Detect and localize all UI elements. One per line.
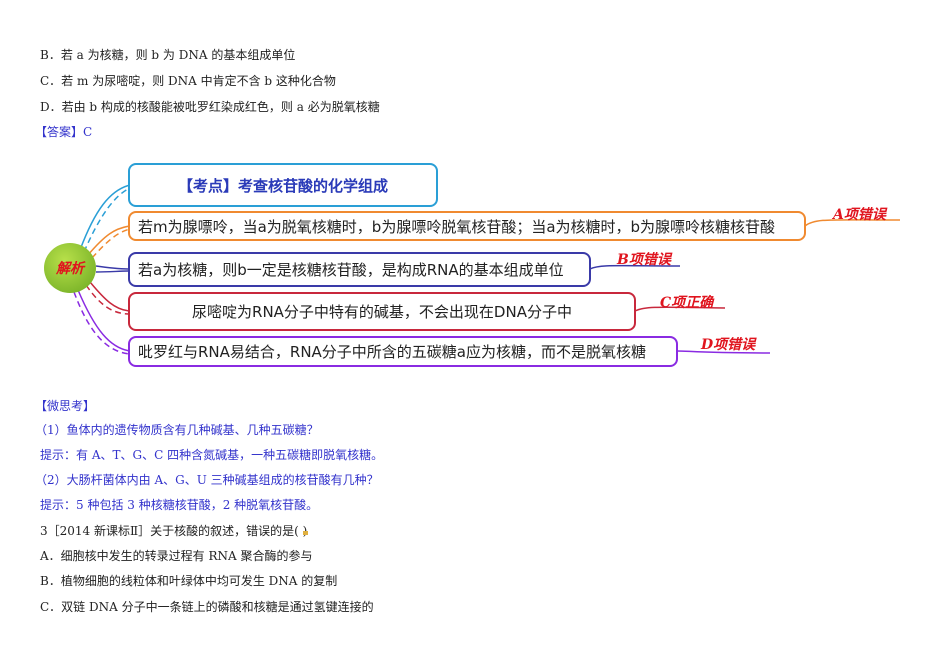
mindmap-hub: 解析 xyxy=(44,243,96,293)
verdict-b: B项错误 xyxy=(617,252,671,268)
branch-d-box: 吡罗红与RNA易结合，RNA分子中所含的五碳糖a应为核糖，而不是脱氧核糖 xyxy=(128,336,678,367)
micro-a1: 提示：有 A、T、G、C 四种含氮碱基，一种五碳糖即脱氧核糖。 xyxy=(40,448,384,462)
verdict-d: D项错误 xyxy=(701,337,756,353)
verdict-a: A项错误 xyxy=(833,207,886,223)
verdict-c: C项正确 xyxy=(660,295,714,311)
branch-a-box: 若m为腺嘌呤，当a为脱氧核糖时，b为腺嘌呤脱氧核苷酸；当a为核糖时，b为腺嘌呤核… xyxy=(128,211,806,241)
question3-option-c: C．双链 DNA 分子中一条链上的磷酸和核糖是通过氢键连接的 xyxy=(40,600,374,614)
connector-topic xyxy=(79,184,131,251)
question3-option-b: B．植物细胞的线粒体和叶绿体中均可发生 DNA 的复制 xyxy=(40,574,338,588)
question3-option-a: A．细胞核中发生的转录过程有 RNA 聚合酶的参与 xyxy=(40,549,313,563)
topic-box: 【考点】考查核苷酸的化学组成 xyxy=(128,163,438,207)
micro-heading: 【微思考】 xyxy=(35,399,96,413)
connector-d xyxy=(77,289,131,352)
micro-q2: （2）大肠杆菌体内由 A、G、U 三种碱基组成的核苷酸有几种？ xyxy=(35,473,379,487)
micro-a2: 提示：5 种包括 3 种核糖核苷酸，2 种脱氧核苷酸。 xyxy=(40,498,319,512)
connector-b xyxy=(95,265,131,270)
question3-stem: 3［2014 新课标Ⅱ］关于核酸的叙述，错误的是( ) xyxy=(40,524,308,538)
document-page: B．若 a 为核糖，则 b 为 DNA 的基本组成单位 C．若 m 为尿嘧啶，则… xyxy=(0,0,950,672)
branch-c-box: 尿嘧啶为RNA分子中特有的碱基，不会出现在DNA分子中 xyxy=(128,292,636,331)
branch-b-box: 若a为核糖，则b一定是核糖核苷酸，是构成RNA的基本组成单位 xyxy=(128,252,591,287)
connector-c xyxy=(89,281,131,312)
answer-blank-mark xyxy=(303,531,308,535)
micro-q1: （1）鱼体内的遗传物质含有几种碱基、几种五碳糖？ xyxy=(35,423,319,437)
